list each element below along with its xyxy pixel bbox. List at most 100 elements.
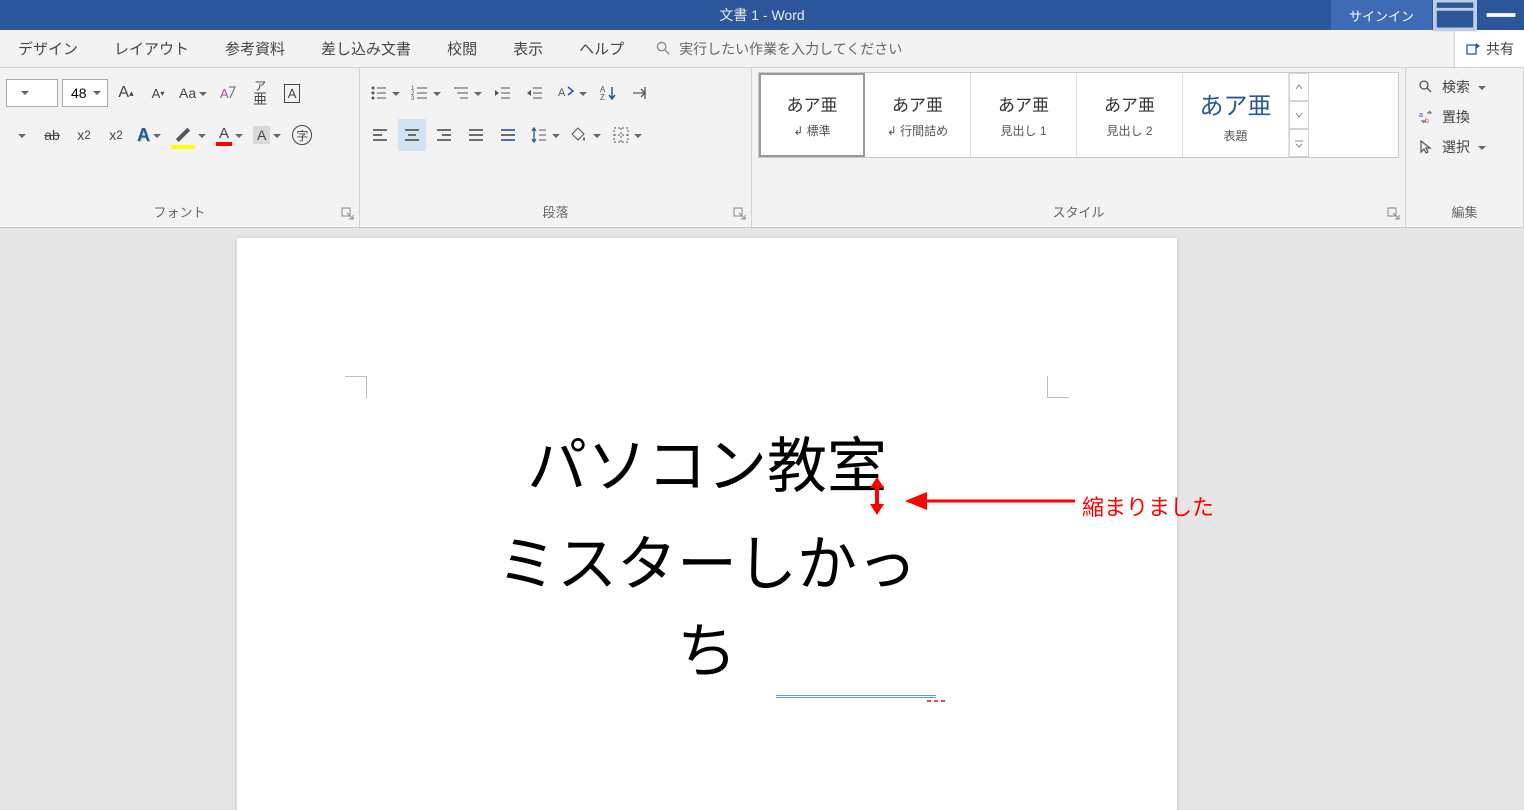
find-label: 検索	[1442, 77, 1470, 97]
show-marks-button[interactable]	[626, 77, 654, 109]
window-title: 文書 1 - Word	[719, 5, 804, 25]
find-button[interactable]: 検索	[1412, 72, 1517, 102]
align-left-button[interactable]	[366, 119, 394, 151]
style-caption: ↲ 行間詰め	[887, 122, 948, 139]
tab-design[interactable]: デザイン	[0, 30, 96, 67]
grammar-underline	[776, 695, 936, 698]
shrink-font-button[interactable]: A▾	[144, 77, 172, 109]
text-effects-button[interactable]: A	[134, 119, 164, 151]
shading-button[interactable]	[567, 119, 604, 151]
margin-marker-tr	[1047, 376, 1069, 398]
style-heading2[interactable]: あア亜 見出し 2	[1077, 73, 1183, 157]
replace-icon: ab	[1418, 109, 1434, 125]
grow-font-button[interactable]: A▴	[112, 77, 140, 109]
font-color-button[interactable]: A	[213, 119, 246, 151]
group-font-label: フォント	[6, 198, 353, 227]
increase-indent-button[interactable]	[521, 77, 549, 109]
tab-help[interactable]: ヘルプ	[561, 30, 642, 67]
style-preview: あア亜	[1200, 86, 1272, 121]
share-icon	[1465, 41, 1481, 57]
scroll-more-icon[interactable]	[1289, 129, 1309, 157]
annotation-text: 縮まりました	[1082, 490, 1214, 522]
scroll-down-icon[interactable]	[1289, 101, 1309, 129]
minimize-icon[interactable]	[1478, 0, 1524, 30]
subscript-button[interactable]: x2	[70, 119, 98, 151]
group-paragraph-label: 段落	[366, 198, 745, 227]
document-line-2[interactable]: ミスターしかっち	[472, 516, 942, 690]
decrease-indent-button[interactable]	[489, 77, 517, 109]
char-shading-button[interactable]: A	[250, 119, 284, 151]
style-title[interactable]: あア亜 表題	[1183, 73, 1289, 157]
style-preview: あア亜	[998, 91, 1049, 116]
tab-mailings[interactable]: 差し込み文書	[303, 30, 429, 67]
highlight-button[interactable]	[168, 119, 209, 151]
numbering-button[interactable]: 123	[407, 77, 444, 109]
tab-view[interactable]: 表示	[495, 30, 561, 67]
align-distribute-button[interactable]	[494, 119, 522, 151]
group-editing: 検索 ab 置換 選択 編集	[1406, 68, 1524, 227]
group-styles: あア亜 ↲ 標準 あア亜 ↲ 行間詰め あア亜 見出し 1 あア亜 見出し 2 …	[752, 68, 1406, 227]
align-right-button[interactable]	[430, 119, 458, 151]
replace-label: 置換	[1442, 107, 1470, 127]
style-preview: あア亜	[787, 91, 838, 116]
strikethrough-button[interactable]: ab	[38, 119, 66, 151]
clear-formatting-button[interactable]: A	[214, 77, 242, 109]
replace-button[interactable]: ab 置換	[1412, 102, 1517, 132]
change-case-button[interactable]: Aa	[176, 77, 210, 109]
paragraph-launcher-icon[interactable]	[733, 207, 747, 221]
char-border-button[interactable]: A	[278, 77, 306, 109]
svg-text:A: A	[558, 87, 566, 99]
tab-layout[interactable]: レイアウト	[96, 30, 207, 67]
style-caption: 表題	[1223, 127, 1247, 144]
style-heading1[interactable]: あア亜 見出し 1	[971, 73, 1077, 157]
styles-gallery: あア亜 ↲ 標準 あア亜 ↲ 行間詰め あア亜 見出し 1 あア亜 見出し 2 …	[758, 72, 1399, 158]
document-area[interactable]: パソコン教室 ミスターしかっち 縮まりました	[0, 228, 1524, 810]
annotation-arrow-icon	[905, 486, 1075, 516]
font-launcher-icon[interactable]	[341, 207, 355, 221]
line-spacing-button[interactable]	[526, 119, 563, 151]
font-name-combo[interactable]	[6, 79, 58, 107]
font-dropdown[interactable]	[6, 119, 34, 151]
font-size-value: 48	[71, 85, 87, 101]
multilevel-button[interactable]	[448, 77, 485, 109]
svg-text:b: b	[1425, 118, 1429, 125]
superscript-button[interactable]: x2	[102, 119, 130, 151]
svg-text:A: A	[220, 86, 229, 101]
titlebar: 文書 1 - Word サインイン	[0, 0, 1524, 30]
share-label: 共有	[1486, 39, 1514, 59]
bullets-button[interactable]	[366, 77, 403, 109]
tellme-search[interactable]: 実行したい作業を入力してください	[656, 39, 902, 59]
page[interactable]: パソコン教室 ミスターしかっち	[237, 238, 1177, 810]
font-size-combo[interactable]: 48	[62, 79, 108, 107]
cursor-icon	[1418, 139, 1434, 155]
tab-review[interactable]: 校閲	[429, 30, 495, 67]
tab-references[interactable]: 参考資料	[207, 30, 303, 67]
borders-button[interactable]	[608, 119, 645, 151]
style-preview: あア亜	[892, 91, 943, 116]
style-no-spacing[interactable]: あア亜 ↲ 行間詰め	[865, 73, 971, 157]
group-editing-label: 編集	[1412, 198, 1517, 227]
enclose-char-button[interactable]: 字	[288, 119, 316, 151]
group-styles-label: スタイル	[758, 198, 1399, 227]
ribbon: 48 A▴ A▾ Aa A ア亜 A ab x2 x2 A A A 字 フォント	[0, 68, 1524, 228]
ribbon-tabs: デザイン レイアウト 参考資料 差し込み文書 校閲 表示 ヘルプ 実行したい作業…	[0, 30, 1524, 68]
align-justify-button[interactable]	[462, 119, 490, 151]
align-center-button[interactable]	[398, 119, 426, 151]
text-direction-button[interactable]: A	[553, 77, 590, 109]
style-caption: ↲ 標準	[793, 122, 830, 139]
sort-button[interactable]: AZ	[594, 77, 622, 109]
style-caption: 見出し 1	[1000, 122, 1046, 139]
select-button[interactable]: 選択	[1412, 132, 1517, 162]
select-label: 選択	[1442, 137, 1470, 157]
line-gap-indicator-icon	[866, 474, 888, 518]
phonetic-guide-button[interactable]: ア亜	[246, 77, 274, 109]
ribbon-display-icon[interactable]	[1432, 0, 1478, 30]
document-line-1[interactable]: パソコン教室	[527, 418, 887, 505]
scroll-up-icon[interactable]	[1289, 73, 1309, 101]
styles-launcher-icon[interactable]	[1387, 207, 1401, 221]
signin-button[interactable]: サインイン	[1331, 0, 1432, 30]
style-gallery-scroll[interactable]	[1289, 73, 1309, 157]
spelling-underline	[927, 700, 948, 702]
group-paragraph: 123 A AZ 段落	[360, 68, 752, 227]
style-normal[interactable]: あア亜 ↲ 標準	[759, 73, 865, 157]
